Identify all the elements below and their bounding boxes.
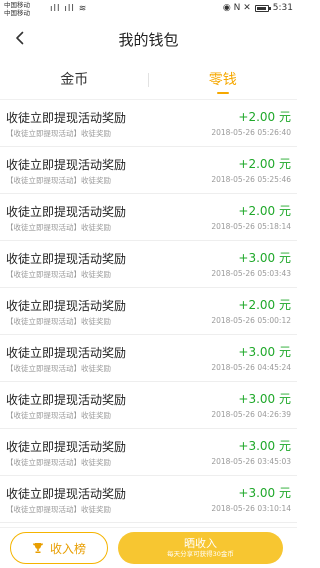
record-title: 收徒立即提现活动奖励 [6, 205, 127, 219]
record-time: 2018-05-26 03:45:03 [211, 457, 291, 466]
share-income-button[interactable]: 晒收入 每天分享可获得30金币 [118, 532, 283, 564]
record-amount: +2.00 元 [238, 110, 291, 124]
list-item[interactable]: 收徒立即提现活动奖励 +3.00 元 【收徒立即提现活动】收徒奖励 2018-0… [0, 335, 297, 382]
status-bar: 中国移动 中国移动 ıll ıll ≋ ◉ N ✕ 5:31 [0, 0, 297, 18]
list-item[interactable]: 收徒立即提现活动奖励 +3.00 元 【收徒立即提现活动】收徒奖励 2018-0… [0, 241, 297, 288]
record-title: 收徒立即提现活动奖励 [6, 393, 127, 407]
income-rank-button[interactable]: 收入榜 [10, 532, 108, 564]
record-subtitle: 【收徒立即提现活动】收徒奖励 [6, 176, 111, 185]
income-rank-label: 收入榜 [49, 541, 86, 556]
record-time: 2018-05-26 05:00:12 [211, 316, 291, 325]
signal-icons: ıll ıll ≋ [50, 4, 88, 14]
record-subtitle: 【收徒立即提现活动】收徒奖励 [6, 505, 111, 514]
record-amount: +2.00 元 [238, 298, 291, 312]
record-time: 2018-05-26 03:10:14 [211, 504, 291, 513]
record-title: 收徒立即提现活动奖励 [6, 487, 127, 501]
carrier-2: 中国移动 [4, 9, 30, 17]
list-item[interactable]: 收徒立即提现活动奖励 +2.00 元 【收徒立即提现活动】收徒奖励 2018-0… [0, 288, 297, 335]
record-title: 收徒立即提现活动奖励 [6, 346, 127, 360]
record-time: 2018-05-26 05:26:40 [211, 128, 291, 137]
share-income-subtext: 每天分享可获得30金币 [167, 550, 234, 558]
carrier-info: 中国移动 中国移动 [4, 1, 30, 17]
status-time: 5:31 [272, 3, 293, 13]
tab-change-label: 零钱 [208, 72, 237, 88]
tab-coins-label: 金币 [60, 72, 89, 88]
record-time: 2018-05-26 05:18:14 [211, 222, 291, 231]
trophy-icon [32, 542, 44, 554]
share-income-label: 晒收入 [184, 537, 217, 550]
record-time: 2018-05-26 05:03:43 [211, 269, 291, 278]
list-item[interactable]: 收徒立即提现活动奖励 +3.00 元 【收徒立即提现活动】收徒奖励 2018-0… [0, 476, 297, 523]
carrier-1: 中国移动 [4, 1, 30, 9]
record-subtitle: 【收徒立即提现活动】收徒奖励 [6, 223, 111, 232]
record-title: 收徒立即提现活动奖励 [6, 252, 127, 266]
bottom-action-bar: 收入榜 晒收入 每天分享可获得30金币 [0, 527, 297, 568]
status-icons: ◉ N ✕ [222, 3, 251, 13]
record-amount: +3.00 元 [238, 392, 291, 406]
record-amount: +2.00 元 [238, 157, 291, 171]
record-subtitle: 【收徒立即提现活动】收徒奖励 [6, 411, 111, 420]
nav-bar: 我的钱包 [0, 18, 297, 58]
record-title: 收徒立即提现活动奖励 [6, 158, 127, 172]
record-title: 收徒立即提现活动奖励 [6, 440, 127, 454]
record-time: 2018-05-26 04:45:24 [211, 363, 291, 372]
battery-icon [254, 4, 271, 12]
record-amount: +3.00 元 [238, 345, 291, 359]
wallet-tabs: 金币 零钱 [0, 60, 297, 100]
record-subtitle: 【收徒立即提现活动】收徒奖励 [6, 364, 111, 373]
record-amount: +3.00 元 [238, 486, 291, 500]
tab-change[interactable]: 零钱 [149, 60, 298, 99]
transaction-list: 收徒立即提现活动奖励 +2.00 元 【收徒立即提现活动】收徒奖励 2018-0… [0, 100, 297, 523]
record-subtitle: 【收徒立即提现活动】收徒奖励 [6, 270, 111, 279]
record-amount: +2.00 元 [238, 204, 291, 218]
status-right: ◉ N ✕ 5:31 [223, 3, 293, 13]
record-subtitle: 【收徒立即提现活动】收徒奖励 [6, 317, 111, 326]
record-title: 收徒立即提现活动奖励 [6, 299, 127, 313]
active-tab-indicator [216, 92, 229, 94]
list-item[interactable]: 收徒立即提现活动奖励 +2.00 元 【收徒立即提现活动】收徒奖励 2018-0… [0, 194, 297, 241]
list-item[interactable]: 收徒立即提现活动奖励 +2.00 元 【收徒立即提现活动】收徒奖励 2018-0… [0, 147, 297, 194]
record-subtitle: 【收徒立即提现活动】收徒奖励 [6, 458, 111, 467]
record-amount: +3.00 元 [238, 439, 291, 453]
list-item[interactable]: 收徒立即提现活动奖励 +3.00 元 【收徒立即提现活动】收徒奖励 2018-0… [0, 429, 297, 476]
record-title: 收徒立即提现活动奖励 [6, 111, 127, 125]
tab-coins[interactable]: 金币 [0, 60, 149, 99]
record-time: 2018-05-26 05:25:46 [211, 175, 291, 184]
page-title: 我的钱包 [118, 31, 179, 49]
list-item[interactable]: 收徒立即提现活动奖励 +2.00 元 【收徒立即提现活动】收徒奖励 2018-0… [0, 100, 297, 147]
record-time: 2018-05-26 04:26:39 [211, 410, 291, 419]
list-item[interactable]: 收徒立即提现活动奖励 +3.00 元 【收徒立即提现活动】收徒奖励 2018-0… [0, 382, 297, 429]
record-amount: +3.00 元 [238, 251, 291, 265]
record-subtitle: 【收徒立即提现活动】收徒奖励 [6, 129, 111, 138]
